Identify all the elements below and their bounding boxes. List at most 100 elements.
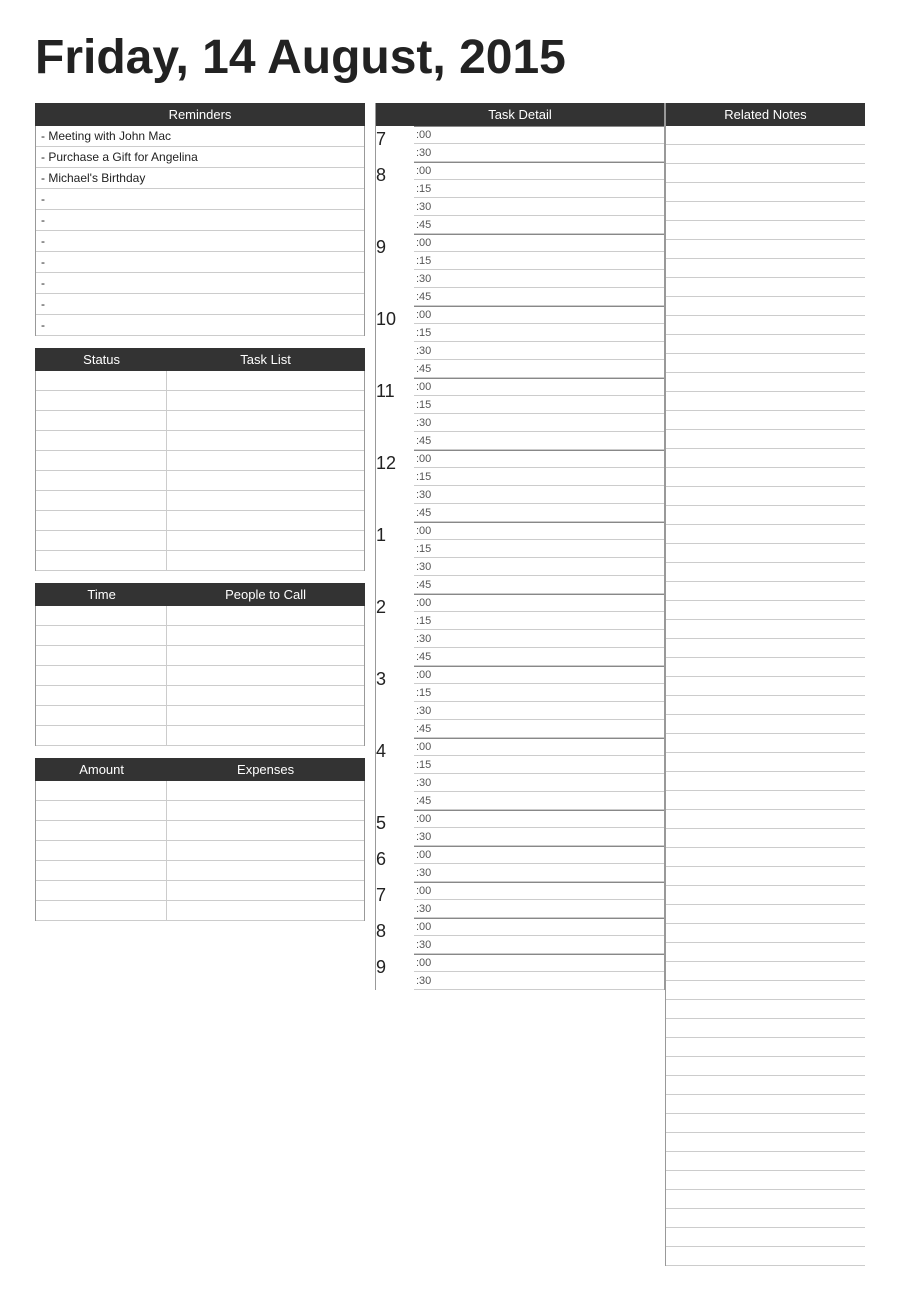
- slot-label: :45: [414, 435, 442, 447]
- slots-col: :00 :30: [414, 954, 664, 990]
- list-item: [666, 430, 865, 449]
- hour-label: 5: [376, 810, 414, 846]
- slot-label: :45: [414, 579, 442, 591]
- slot-label: :00: [414, 165, 442, 177]
- slots-col: :00 :15 :30 :45: [414, 738, 664, 810]
- table-row: [36, 686, 364, 706]
- middle-column: Task Detail 7:00:308:00:15:30:459:00:15:…: [375, 103, 665, 990]
- list-item: [666, 1247, 865, 1266]
- slot-row: :45: [414, 792, 664, 810]
- list-item: [666, 240, 865, 259]
- slots-col: :00:30: [414, 918, 664, 954]
- hour-label: 9: [376, 234, 414, 306]
- time-slot-group: 9:00 :30: [376, 954, 664, 990]
- slot-label: :15: [414, 543, 442, 555]
- slot-row: :00: [414, 378, 664, 396]
- table-row: [36, 666, 364, 686]
- slot-label: :00: [414, 597, 442, 609]
- slot-row: :00: [414, 738, 664, 756]
- slot-row: :30: [414, 936, 664, 954]
- slots-col: :00:15:30:45: [414, 450, 664, 522]
- slot-label: :00: [414, 525, 442, 537]
- slots-col: :00:30: [414, 882, 664, 918]
- list-item: -: [36, 189, 364, 210]
- list-item: [666, 1209, 865, 1228]
- list-item: [666, 677, 865, 696]
- table-row: [36, 861, 364, 881]
- slots-col: :00:30: [414, 126, 664, 162]
- list-item: [666, 1152, 865, 1171]
- right-column: Related Notes: [665, 103, 865, 1266]
- list-item: [666, 658, 865, 677]
- slot-label: :30: [414, 777, 442, 789]
- slots-col: :00:15:30:45: [414, 162, 664, 234]
- list-item: [666, 1000, 865, 1019]
- slot-row: :00: [414, 882, 664, 900]
- list-item: [666, 1095, 865, 1114]
- slot-label: :45: [414, 795, 442, 807]
- slot-row: :30: [414, 270, 664, 288]
- time-slot-group: 5:00:30: [376, 810, 664, 846]
- list-item: [666, 886, 865, 905]
- time-slot-group: 4:00 :15 :30 :45: [376, 738, 664, 810]
- hour-label: 6: [376, 846, 414, 882]
- slot-label: :30: [414, 975, 442, 987]
- slot-row: :45: [414, 288, 664, 306]
- list-item: [666, 525, 865, 544]
- list-item: [666, 981, 865, 1000]
- list-item: [666, 316, 865, 335]
- list-item: [666, 810, 865, 829]
- list-item: [666, 563, 865, 582]
- hour-label: 10: [376, 306, 414, 378]
- hour-label: 7: [376, 882, 414, 918]
- page-title: Friday, 14 August, 2015: [35, 30, 865, 85]
- table-row: [36, 606, 364, 626]
- hour-label: 9: [376, 954, 414, 990]
- slot-row: :30: [414, 144, 664, 162]
- list-item: [666, 905, 865, 924]
- slots-col: :00:15:30:45: [414, 666, 664, 738]
- slot-label: :45: [414, 219, 442, 231]
- list-item: - Purchase a Gift for Angelina: [36, 147, 364, 168]
- slot-row: :00: [414, 306, 664, 324]
- list-item: [666, 943, 865, 962]
- list-item: [666, 848, 865, 867]
- slot-label: :00: [414, 309, 442, 321]
- table-row: [36, 646, 364, 666]
- table-row: [36, 706, 364, 726]
- list-item: -: [36, 252, 364, 273]
- slot-label: :00: [414, 741, 442, 753]
- slot-row: :00: [414, 126, 664, 144]
- slot-row: :15: [414, 756, 664, 774]
- slot-label: :00: [414, 669, 442, 681]
- list-item: [666, 639, 865, 658]
- slot-row: :45: [414, 432, 664, 450]
- slot-row: :30: [414, 702, 664, 720]
- slot-label: :45: [414, 363, 442, 375]
- time-slot-group: 9:00:15:30:45: [376, 234, 664, 306]
- slot-label: :30: [414, 147, 442, 159]
- hour-label: 4: [376, 738, 414, 810]
- slots-col: :00:15:30:45: [414, 234, 664, 306]
- slot-label: :00: [414, 957, 442, 969]
- slot-row: :45: [414, 720, 664, 738]
- table-row: [36, 411, 364, 431]
- list-item: [666, 126, 865, 145]
- hour-label: 12: [376, 450, 414, 522]
- task-rows: [35, 371, 365, 571]
- time-people-header: Time People to Call: [35, 583, 365, 606]
- list-item: [666, 297, 865, 316]
- slot-row: :00: [414, 810, 664, 828]
- list-item: [666, 867, 865, 886]
- table-row: [36, 511, 364, 531]
- slot-row: :00: [414, 450, 664, 468]
- people-rows: [35, 606, 365, 746]
- status-task-header: Status Task List: [35, 348, 365, 371]
- slot-label: :30: [414, 561, 442, 573]
- slot-row: :15: [414, 324, 664, 342]
- slot-label: :30: [414, 939, 442, 951]
- time-slot-group: 1:00:15:30:45: [376, 522, 664, 594]
- slot-row: :30: [414, 774, 664, 792]
- task-detail-header: Task Detail: [376, 103, 664, 126]
- time-slot-group: 3:00:15:30:45: [376, 666, 664, 738]
